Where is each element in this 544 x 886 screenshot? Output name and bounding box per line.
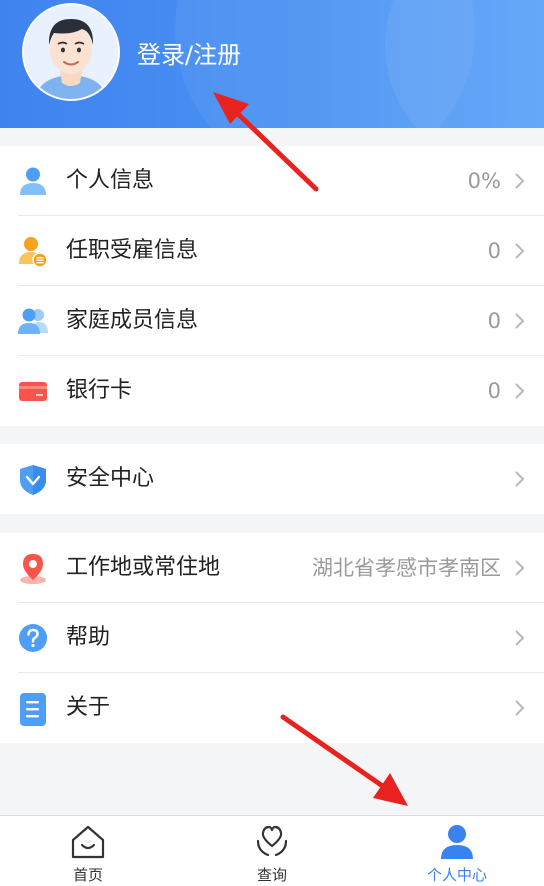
- header-decor-circle: [385, 0, 544, 128]
- count-value: 0: [487, 379, 501, 403]
- menu-item-label: 关于: [66, 695, 111, 720]
- location-pin-icon: [18, 553, 48, 584]
- tab-label: 首页: [72, 866, 103, 884]
- completion-value: 0%: [467, 169, 501, 193]
- location-value: 湖北省孝感市孝南区: [312, 556, 501, 580]
- chevron-right-icon: [515, 700, 525, 716]
- help-icon: [18, 623, 48, 653]
- employee-icon: [18, 236, 48, 268]
- chevron-right-icon: [515, 383, 525, 399]
- menu-item-label: 安全中心: [66, 466, 155, 491]
- count-value: 0: [487, 309, 501, 333]
- shield-icon: [18, 464, 48, 495]
- avatar[interactable]: [22, 3, 120, 101]
- menu-item-label: 银行卡: [66, 378, 133, 403]
- menu-item-family-info[interactable]: 家庭成员信息 0: [0, 286, 544, 356]
- profile-header: 登录/注册: [0, 0, 544, 128]
- chevron-right-icon: [515, 243, 525, 259]
- menu-item-about[interactable]: 关于: [0, 673, 544, 743]
- menu-item-personal-info[interactable]: 个人信息 0%: [0, 146, 544, 216]
- tab-label: 个人中心: [426, 866, 487, 884]
- person-icon: [440, 824, 474, 860]
- menu-group-personal: 个人信息 0% 任职受雇信息 0 家庭成员信息 0 银行卡 0: [0, 146, 544, 426]
- document-icon: [18, 693, 48, 726]
- menu-item-security-center[interactable]: 安全中心: [0, 444, 544, 514]
- login-register-link[interactable]: 登录/注册: [137, 35, 241, 70]
- menu-item-label: 个人信息: [66, 168, 155, 193]
- person-icon: [18, 166, 48, 196]
- tab-home[interactable]: 首页: [28, 816, 148, 886]
- count-value: 0: [487, 239, 501, 263]
- tab-query[interactable]: 查询: [212, 816, 332, 886]
- menu-item-help[interactable]: 帮助: [0, 603, 544, 673]
- menu-group-security: 安全中心: [0, 444, 544, 514]
- tab-label: 查询: [256, 866, 287, 884]
- home-icon: [71, 824, 105, 860]
- chevron-right-icon: [515, 560, 525, 576]
- menu-item-label: 任职受雇信息: [66, 238, 199, 263]
- menu-item-bank-card[interactable]: 银行卡 0: [0, 356, 544, 426]
- menu-item-label: 工作地或常住地: [66, 555, 221, 580]
- heart-hands-icon: [255, 824, 289, 860]
- family-icon: [18, 306, 48, 336]
- bank-card-icon: [18, 376, 48, 406]
- menu-item-work-location[interactable]: 工作地或常住地 湖北省孝感市孝南区: [0, 533, 544, 603]
- bottom-tab-bar: 首页 查询 个人中心: [0, 815, 544, 886]
- chevron-right-icon: [515, 630, 525, 646]
- menu-item-employment-info[interactable]: 任职受雇信息 0: [0, 216, 544, 286]
- menu-item-label: 帮助: [66, 625, 111, 650]
- menu-item-label: 家庭成员信息: [66, 308, 199, 333]
- chevron-right-icon: [515, 173, 525, 189]
- annotation-arrows: [213, 92, 408, 806]
- chevron-right-icon: [515, 313, 525, 329]
- tab-personal-center[interactable]: 个人中心: [397, 816, 517, 886]
- menu-group-other: 工作地或常住地 湖北省孝感市孝南区 帮助 关于: [0, 533, 544, 743]
- chevron-right-icon: [515, 471, 525, 487]
